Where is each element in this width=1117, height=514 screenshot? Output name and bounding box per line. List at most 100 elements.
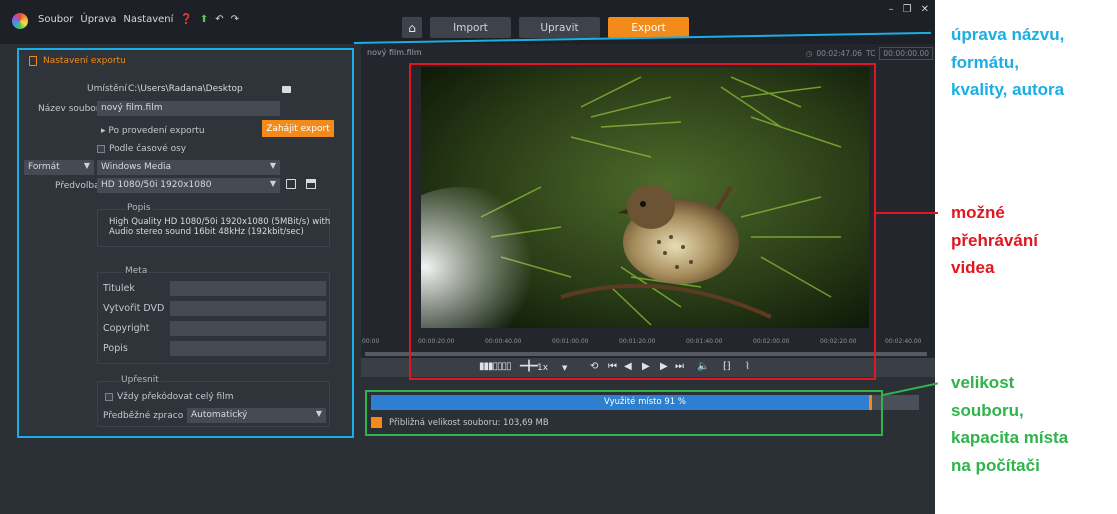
meta-label-title: Titulek [103, 283, 135, 294]
refine-title: Upřesnit [119, 375, 161, 385]
meta-title: Meta [123, 266, 150, 276]
menu-nastaveni[interactable]: Nastavení [123, 14, 173, 25]
meta-description-input[interactable] [170, 341, 326, 356]
skip-start-icon[interactable]: ⏮ [608, 361, 617, 372]
location-label: Umístění [87, 84, 127, 94]
document-icon [29, 56, 37, 66]
annotation-cyan-line: kvality, autora [951, 80, 1065, 99]
filename-input[interactable]: nový film.film [97, 101, 280, 116]
volume-icon[interactable]: 🔈 [697, 361, 709, 372]
ruler-tick-label: 00:02:20.00 [820, 338, 857, 345]
meta-copyright-input[interactable] [170, 321, 326, 336]
after-export-label: Po provedení exportu [108, 126, 205, 136]
up-arrow-icon[interactable]: ⬆ [200, 14, 208, 25]
meta-label-description: Popis [103, 343, 128, 354]
tab-upravit[interactable]: Upravit [519, 17, 600, 38]
split-icon[interactable]: ⌇ [745, 361, 750, 372]
menu-uprava[interactable]: Úprava [80, 14, 116, 25]
play-icon[interactable]: ▶ [642, 361, 650, 372]
preset-label: Předvolba [55, 181, 100, 191]
annotation-green-line: velikost [951, 373, 1015, 392]
video-frame[interactable] [421, 67, 869, 328]
speed-value[interactable]: 1x [537, 363, 548, 373]
chevron-down-icon: ▼ [315, 409, 322, 418]
menu-soubor[interactable]: Soubor [38, 14, 73, 25]
chevron-down-icon: ▼ [269, 161, 276, 170]
home-button[interactable]: ⌂ [402, 17, 422, 38]
start-export-button[interactable]: Zahájit export [262, 120, 334, 137]
always-transcode-label: Vždy překódovat celý film [117, 392, 234, 402]
save-preset-icon[interactable] [306, 179, 316, 189]
home-icon: ⌂ [408, 20, 416, 35]
file-size-legend-swatch [371, 417, 382, 428]
export-settings-header: Nastavení exportu [29, 56, 126, 66]
timeline-checkbox[interactable] [97, 145, 105, 153]
timeline-checkbox-label: Podle časové osy [109, 144, 187, 154]
main-nav: ⌂ Import Upravit Export [402, 17, 689, 38]
filename-label: Název souboru [38, 104, 106, 114]
minimize-icon[interactable]: – [889, 4, 894, 15]
step-forward-icon[interactable]: ▶ [660, 361, 668, 372]
always-transcode-checkbox[interactable] [105, 393, 113, 401]
mark-in-out-icon[interactable]: ⁅⁆ [723, 361, 731, 372]
loop-icon[interactable]: ⟲ [590, 361, 598, 372]
capacity-used-label: Využité místo 91 % [604, 397, 686, 407]
tab-import[interactable]: Import [430, 17, 511, 38]
ruler-tick-label: 00:00:20.00 [418, 338, 455, 345]
annotation-red: možné přehrávání videa [951, 199, 1117, 282]
timecode-display: ◷ 00:02:47.06 TC 00:00:00.00 [806, 47, 933, 60]
ruler-tick-label: 00:02:40.00 [885, 338, 922, 345]
format-dropdown[interactable]: Formát ▼ [24, 160, 94, 175]
format-label: Formát [28, 162, 60, 172]
restore-icon[interactable]: ❐ [903, 4, 912, 15]
chevron-down-icon: ▼ [269, 179, 276, 188]
after-export-toggle[interactable]: ▸ Po provedení exportu [101, 126, 205, 136]
format-value: Windows Media [101, 162, 172, 172]
ruler-tick-label: 00:01:40.00 [686, 338, 723, 345]
speed-chevron-down-icon[interactable]: ▼ [562, 364, 567, 372]
edit-preset-icon[interactable] [286, 179, 296, 189]
meta-label-copyright: Copyright [103, 323, 150, 334]
annotation-green-line: kapacita místa [951, 428, 1069, 447]
export-settings-title: Nastavení exportu [43, 56, 126, 66]
description-line-2: Audio stereo sound 16bit 48kHz (192kbit/… [109, 227, 304, 237]
format-select[interactable]: Windows Media ▼ [97, 160, 280, 175]
preset-value: HD 1080/50i 1920x1080 [101, 180, 212, 190]
tab-export[interactable]: Export [608, 17, 689, 38]
annotation-green: velikost souboru, kapacita místa na počí… [951, 369, 1117, 479]
tc-label: TC [865, 49, 876, 58]
preprocess-select[interactable]: Automatický ▼ [187, 408, 326, 423]
annotation-cyan-line: formátu, [951, 52, 1019, 72]
close-icon[interactable]: ✕ [921, 4, 929, 15]
annotation-red-line: přehrávání [951, 230, 1038, 250]
preset-select[interactable]: HD 1080/50i 1920x1080 ▼ [97, 178, 280, 193]
redo-icon[interactable]: ↷ [231, 14, 239, 25]
preprocess-value: Automatický [191, 410, 248, 420]
description-line-1: High Quality HD 1080/50i 1920x1080 (5MBi… [109, 217, 331, 227]
duration-value: 00:02:47.06 [816, 49, 862, 58]
annotation-green-line: na počítači [951, 455, 1040, 475]
annotation-cyan-line: úprava názvu, [951, 25, 1065, 44]
skip-end-icon[interactable]: ⏭ [675, 361, 684, 372]
menu-bar: Soubor Úprava Nastavení ❓ ⬆ ↶ ↷ [38, 14, 239, 25]
scrub-bar[interactable] [365, 352, 927, 356]
bird-video-image [421, 67, 869, 328]
ruler-tick-label: 00:00:40.00 [485, 338, 522, 345]
description-title: Popis [125, 203, 153, 213]
capacity-bar: Využité místo 91 % [371, 395, 919, 410]
meta-title-input[interactable] [170, 281, 326, 296]
location-value: C:\Users\Radana\Desktop [128, 84, 243, 94]
help-icon[interactable]: ❓ [180, 14, 192, 25]
ruler-tick-label: 00:02:00.00 [753, 338, 790, 345]
chevron-down-icon: ▼ [83, 161, 90, 170]
step-back-icon[interactable]: ◀ [624, 361, 632, 372]
ruler-tick-label: 00:01:00.00 [552, 338, 589, 345]
meta-label-dvd: Vytvořit DVD [103, 303, 165, 314]
annotation-green-line: souboru, [951, 400, 1024, 420]
timecode-value: 00:00:00.00 [879, 47, 933, 60]
undo-icon[interactable]: ↶ [215, 14, 223, 25]
volume-meter-icon: ▮▮▮▯▯▯▯ [479, 361, 512, 372]
meta-dvd-input[interactable] [170, 301, 326, 316]
jog-slider[interactable]: ━╋━ [520, 361, 538, 372]
folder-icon[interactable] [282, 86, 291, 93]
